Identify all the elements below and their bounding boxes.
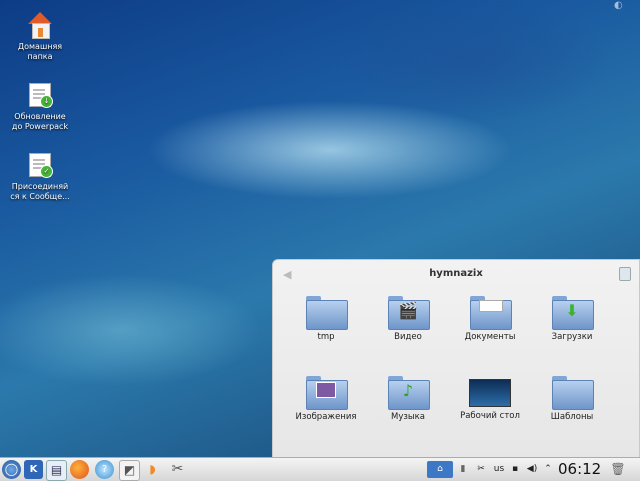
pictures-folder-icon: [306, 376, 348, 410]
folder-item-music[interactable]: ♪ Музыка: [366, 376, 450, 422]
folder-item-templates[interactable]: Шаблоны: [530, 376, 614, 422]
folder-item-video[interactable]: 🎬 Видео: [366, 296, 450, 342]
music-folder-icon: ♪: [388, 376, 430, 410]
mandriva-menu-icon[interactable]: ◯: [2, 460, 21, 479]
desktop-folder-icon: [469, 379, 511, 407]
tools-icon[interactable]: ✂: [168, 460, 187, 479]
folder-view-title: hymnazix: [429, 268, 483, 279]
folder-item-label: Документы: [464, 332, 516, 342]
trash-icon[interactable]: 🗑: [610, 461, 626, 478]
folder-item-tmp[interactable]: tmp: [284, 296, 368, 342]
klipper-icon[interactable]: ▮: [456, 461, 470, 478]
video-folder-icon: 🎬: [388, 296, 430, 330]
folder-item-label: Рабочий стол: [460, 411, 520, 421]
clipboard-icon[interactable]: ✂: [474, 461, 488, 478]
folder-item-label: Изображения: [295, 412, 357, 422]
folder-item-pictures[interactable]: Изображения: [284, 376, 368, 422]
firefox-icon[interactable]: [70, 460, 89, 479]
tray-arrow-icon[interactable]: ⌃: [542, 461, 554, 478]
desktop-toolbox-icon[interactable]: ◐: [614, 0, 630, 12]
folder-item-label: tmp: [317, 332, 335, 342]
documents-folder-icon: [470, 296, 512, 330]
system-tool-icon[interactable]: ◩: [119, 460, 140, 481]
folder-item-label: Загрузки: [551, 332, 593, 342]
folder-icon: [306, 296, 348, 330]
folder-item-label: Шаблоны: [550, 412, 594, 422]
desktop-icon-label: Присоединяй ся к Сообще...: [10, 182, 70, 201]
desktop-icon-label: Обновление до Powerpack: [11, 112, 69, 131]
show-desktop-button[interactable]: ⌂: [427, 461, 453, 478]
templates-folder-icon: [552, 376, 594, 410]
clock[interactable]: 06:12: [558, 459, 601, 480]
desktop-icon-home[interactable]: Домашняя папка: [0, 12, 80, 62]
update-document-icon: ↓: [27, 82, 53, 108]
folder-item-label: Видео: [394, 332, 422, 342]
dolphin-icon[interactable]: ◗: [143, 460, 162, 479]
folder-view-widget: ◀ hymnazix tmp 🎬 Видео Документы ⬇ Загру…: [272, 259, 640, 463]
folder-view-menu-icon[interactable]: [619, 267, 631, 281]
desktop-icon-join-community[interactable]: ✓ Присоединяй ся к Сообще...: [0, 152, 80, 202]
downloads-folder-icon: ⬇: [552, 296, 594, 330]
folder-item-documents[interactable]: Документы: [448, 296, 532, 342]
folder-item-label: Музыка: [391, 412, 425, 422]
folder-item-desktop[interactable]: Рабочий стол: [448, 376, 532, 421]
home-folder-icon: [27, 12, 53, 39]
network-icon[interactable]: ▪: [508, 461, 522, 478]
folder-item-downloads[interactable]: ⬇ Загрузки: [530, 296, 614, 342]
kde-launcher-icon[interactable]: K: [24, 460, 43, 479]
help-icon[interactable]: ?: [95, 460, 114, 479]
join-community-document-icon: ✓: [27, 152, 53, 178]
desktop-icon-update-powerpack[interactable]: ↓ Обновление до Powerpack: [0, 82, 80, 132]
keyboard-layout[interactable]: us: [491, 461, 507, 478]
volume-icon[interactable]: ◀): [525, 461, 539, 478]
taskbar: ◯ K ▤ ? ◩ ◗ ✂ ⌂ ▮ ✂ us ▪ ◀) ⌃ 06:12 🗑: [0, 457, 640, 481]
desktop-icon-label: Домашняя папка: [17, 42, 63, 61]
file-manager-icon[interactable]: ▤: [46, 460, 67, 481]
